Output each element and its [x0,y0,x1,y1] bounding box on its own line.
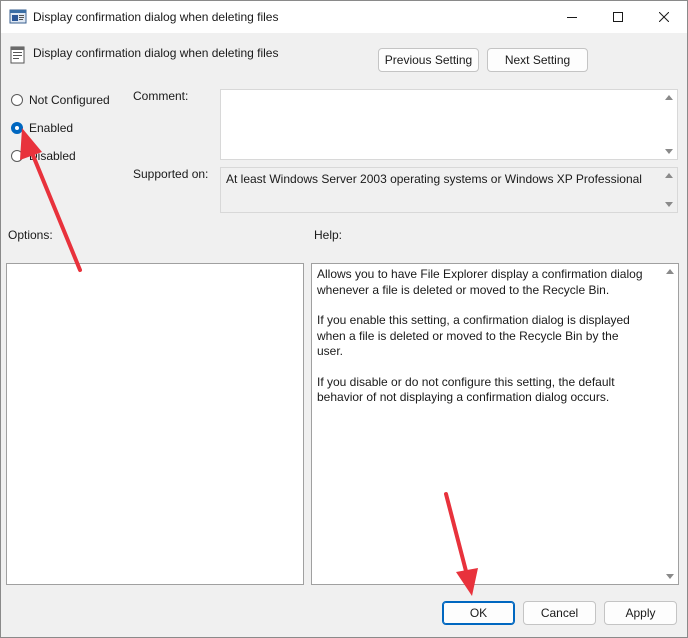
help-text: Allows you to have File Explorer display… [317,267,647,421]
supported-scrollbar[interactable] [660,168,677,212]
close-icon [659,12,669,22]
window-title: Display confirmation dialog when deletin… [33,10,279,24]
next-setting-button[interactable]: Next Setting [487,48,588,72]
title-bar: Display confirmation dialog when deletin… [1,1,687,33]
help-scrollbar[interactable] [661,264,678,584]
options-label: Options: [8,228,53,242]
radio-not-configured[interactable]: Not Configured [11,92,110,108]
supported-on-value: At least Windows Server 2003 operating s… [226,172,642,186]
scroll-up-icon[interactable] [664,95,673,100]
policy-dialog: Display confirmation dialog when deletin… [0,0,688,638]
radio-disabled[interactable]: Disabled [11,148,76,164]
options-panel [6,263,304,585]
scroll-up-icon[interactable] [664,173,673,178]
policy-name: Display confirmation dialog when deletin… [33,46,279,60]
previous-setting-button[interactable]: Previous Setting [378,48,479,72]
minimize-icon [567,12,577,22]
radio-label: Enabled [29,121,74,135]
supported-on-field: At least Windows Server 2003 operating s… [220,167,678,213]
comment-textarea[interactable] [220,89,678,160]
help-panel: Allows you to have File Explorer display… [311,263,679,585]
scroll-down-icon[interactable] [664,202,673,207]
policy-window-icon [9,9,27,25]
maximize-icon [613,12,623,22]
maximize-button[interactable] [595,1,641,33]
minimize-button[interactable] [549,1,595,33]
ok-button[interactable]: OK [442,601,515,625]
help-paragraph: If you enable this setting, a confirmati… [317,313,630,358]
help-paragraph: Allows you to have File Explorer display… [317,267,643,297]
scroll-down-icon[interactable] [664,149,673,154]
comment-label: Comment: [133,89,189,103]
radio-indicator [11,94,23,106]
scroll-up-icon[interactable] [665,269,674,274]
radio-enabled[interactable]: Enabled [11,120,73,136]
radio-indicator [11,150,23,162]
help-label: Help: [314,228,343,242]
comment-scrollbar[interactable] [660,90,677,159]
radio-label: Disabled [29,149,76,163]
help-paragraph: If you disable or do not configure this … [317,374,615,405]
cancel-button[interactable]: Cancel [523,601,596,625]
scroll-down-icon[interactable] [665,574,674,579]
radio-label: Not Configured [29,93,110,107]
supported-on-label: Supported on: [133,167,209,181]
apply-button[interactable]: Apply [604,601,677,625]
policy-setting-icon [9,46,27,64]
radio-indicator-selected [11,122,23,134]
close-button[interactable] [641,1,687,33]
